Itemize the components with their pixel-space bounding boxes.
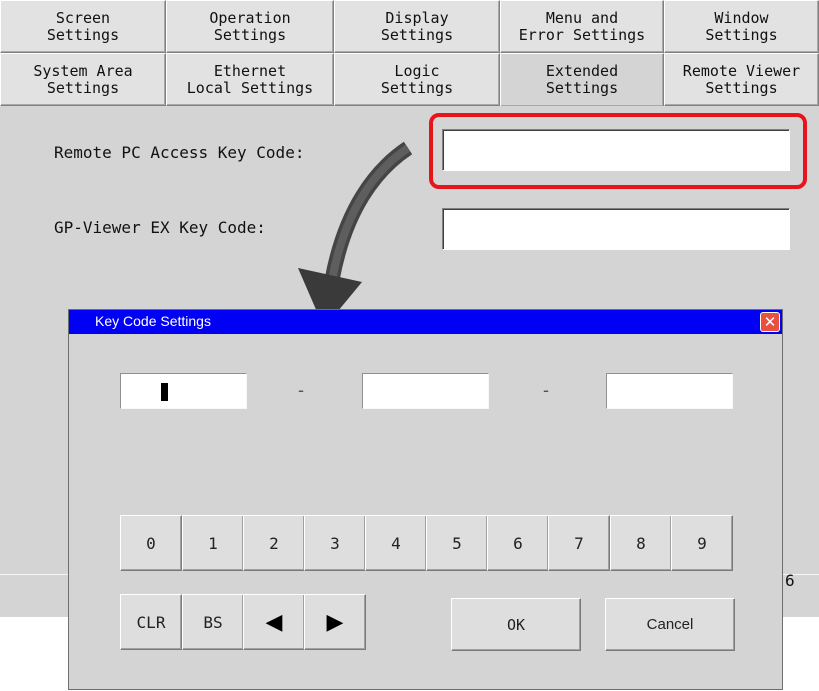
cursor-right-button[interactable]: ▶	[304, 594, 366, 650]
gp-viewer-key-code-label: GP-Viewer EX Key Code:	[54, 218, 266, 237]
key-8-button[interactable]: 8	[610, 515, 672, 571]
backspace-button[interactable]: BS	[182, 594, 244, 650]
code-separator-2: -	[543, 380, 549, 400]
tab-system-area-settings[interactable]: System Area Settings	[0, 53, 166, 106]
tab-strip: Screen Settings Operation Settings Displ…	[0, 0, 819, 106]
key-4-button[interactable]: 4	[365, 515, 427, 571]
close-icon[interactable]: ✕	[760, 312, 780, 332]
tab-display-settings[interactable]: Display Settings	[334, 0, 500, 53]
dialog-title: Key Code Settings	[95, 313, 211, 329]
key-9-button[interactable]: 9	[671, 515, 733, 571]
tab-operation-settings[interactable]: Operation Settings	[166, 0, 334, 53]
cancel-button[interactable]: Cancel	[605, 598, 735, 651]
tab-logic-settings[interactable]: Logic Settings	[334, 53, 500, 106]
remote-pc-key-code-label: Remote PC Access Key Code:	[54, 143, 305, 162]
tab-remote-viewer-settings[interactable]: Remote Viewer Settings	[664, 53, 819, 106]
gp-viewer-key-code-field[interactable]	[442, 208, 790, 250]
clear-button[interactable]: CLR	[120, 594, 182, 650]
key-3-button[interactable]: 3	[304, 515, 366, 571]
dialog-titlebar[interactable]: Key Code Settings ✕	[69, 310, 782, 334]
key-5-button[interactable]: 5	[426, 515, 488, 571]
key-code-box-1[interactable]	[120, 373, 247, 409]
key-6-button[interactable]: 6	[487, 515, 549, 571]
tab-window-settings[interactable]: Window Settings	[664, 0, 819, 53]
status-bar-text: 6	[785, 571, 795, 590]
tab-ethernet-local-settings[interactable]: Ethernet Local Settings	[166, 53, 334, 106]
key-code-dialog: Key Code Settings ✕ - - 0 1 2 3 4 5 6 7 …	[68, 309, 783, 690]
code-separator-1: -	[298, 380, 304, 400]
ok-button[interactable]: OK	[451, 598, 581, 651]
tab-menu-error-settings[interactable]: Menu and Error Settings	[500, 0, 664, 53]
key-code-box-3[interactable]	[606, 373, 733, 409]
arrow-right-icon: ▶	[326, 609, 344, 635]
tab-screen-settings[interactable]: Screen Settings	[0, 0, 166, 53]
key-0-button[interactable]: 0	[120, 515, 182, 571]
text-cursor	[161, 383, 168, 401]
key-code-box-2[interactable]	[362, 373, 489, 409]
remote-pc-key-code-field[interactable]	[442, 129, 790, 171]
key-2-button[interactable]: 2	[243, 515, 305, 571]
arrow-left-icon: ◀	[265, 609, 283, 635]
key-1-button[interactable]: 1	[182, 515, 244, 571]
cursor-left-button[interactable]: ◀	[243, 594, 305, 650]
tab-extended-settings[interactable]: Extended Settings	[500, 53, 664, 106]
key-7-button[interactable]: 7	[548, 515, 610, 571]
